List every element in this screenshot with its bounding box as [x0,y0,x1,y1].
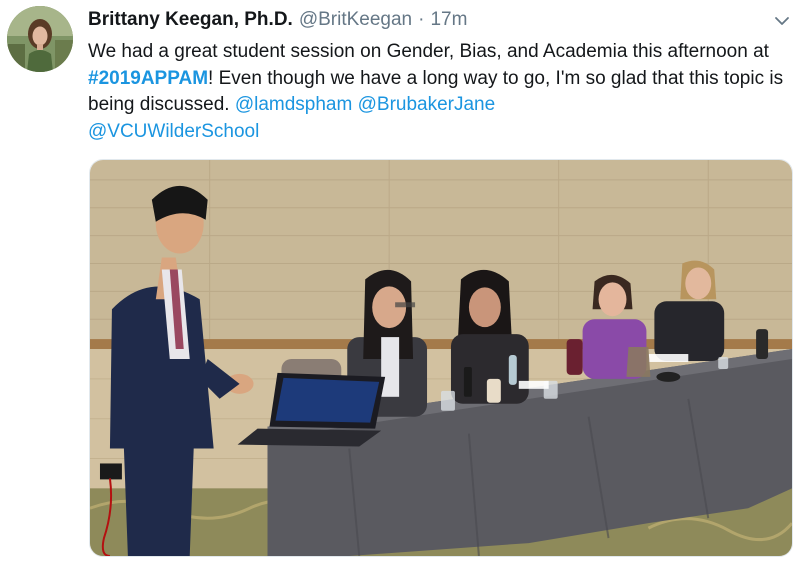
mention-link-brubakerjane[interactable]: @BrubakerJane [358,94,496,115]
tweet: Brittany Keegan, Ph.D. @BritKeegan · 17m… [0,0,800,565]
tweet-text-part1: We had a great student session on Gender… [88,41,769,62]
mention-link-lamdspham[interactable]: @lamdspham [235,94,353,115]
author-handle[interactable]: @BritKeegan [299,9,412,31]
tweet-header: Brittany Keegan, Ph.D. @BritKeegan · 17m [88,9,467,35]
mention-link-vcuwilderschool[interactable]: @VCUWilderSchool [88,121,259,142]
tweet-photo[interactable] [89,159,793,557]
tweet-text: We had a great student session on Gender… [88,39,788,145]
author-name[interactable]: Brittany Keegan, Ph.D. [88,9,293,31]
chevron-down-icon[interactable] [772,11,792,31]
avatar-image [7,6,73,72]
separator-dot: · [418,9,425,30]
hashtag-link[interactable]: #2019APPAM [88,68,208,89]
timestamp[interactable]: 17m [430,9,467,31]
panel-session-photo [90,160,792,556]
avatar[interactable] [7,6,73,72]
